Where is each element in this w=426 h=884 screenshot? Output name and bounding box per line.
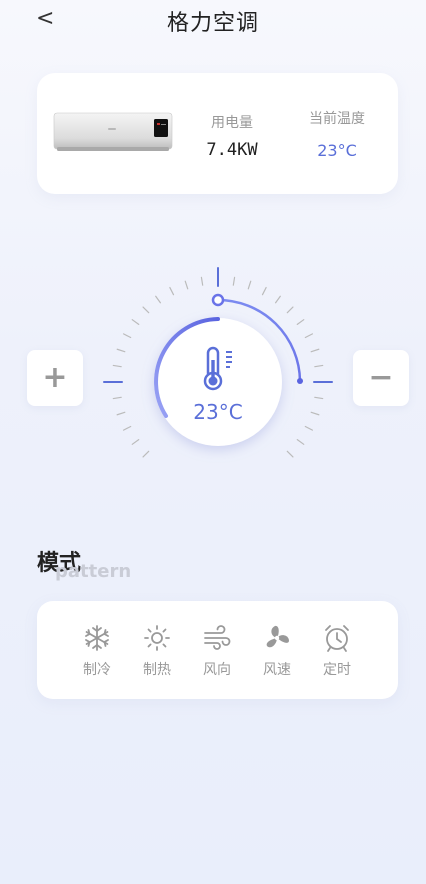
dial-tick xyxy=(275,295,281,304)
snowflake-icon xyxy=(85,625,109,651)
mode-card: 制冷 制热 风向 风速 定时 xyxy=(37,601,398,699)
mode-fan-speed[interactable]: 风速 xyxy=(252,623,302,679)
dial-tick xyxy=(142,306,150,314)
dial-tick xyxy=(286,306,294,314)
page-title: 格力空调 xyxy=(166,11,259,36)
header: < 格力空调 xyxy=(0,0,426,40)
dial-tick xyxy=(296,319,305,325)
dial-tick xyxy=(304,333,314,339)
device-info-card: 用电量 7.4KW 当前温度 23°C xyxy=(37,73,398,194)
dial-tick xyxy=(184,280,189,290)
mode-section-subtitle: pattern xyxy=(55,561,132,582)
dial-tick xyxy=(314,396,324,400)
dial-knob[interactable] xyxy=(211,293,225,307)
dial-end-dot xyxy=(297,378,303,384)
power-consumption: 用电量 7.4KW xyxy=(187,112,277,160)
current-temp-label: 当前温度 xyxy=(309,111,365,127)
power-label: 用电量 xyxy=(211,115,253,131)
dial-tick xyxy=(155,295,161,304)
temperature-dial[interactable]: 23°C xyxy=(98,262,338,502)
air-conditioner-image xyxy=(53,112,173,151)
dial-tick xyxy=(122,333,132,339)
current-temp-value: 23°C xyxy=(317,141,357,160)
dial-tick xyxy=(142,450,150,458)
dial-tick xyxy=(310,348,320,353)
dial-tick xyxy=(247,280,252,290)
increase-temp-button[interactable]: + xyxy=(27,350,83,406)
dial-tick xyxy=(286,450,294,458)
dial-tick xyxy=(232,276,236,286)
fan-icon xyxy=(266,625,289,648)
decrease-temp-button[interactable]: − xyxy=(353,350,409,406)
current-temperature: 当前温度 23°C xyxy=(287,108,387,160)
mode-timer[interactable]: 定时 xyxy=(312,623,362,679)
mode-fan-speed-label: 风速 xyxy=(263,662,291,678)
dial-tick xyxy=(131,439,140,445)
dial-tick xyxy=(112,364,122,368)
dial-tick xyxy=(261,286,267,296)
dial-tick xyxy=(169,286,175,296)
dial-tick xyxy=(200,276,204,286)
dial-tick xyxy=(304,425,314,431)
mode-wind-direction[interactable]: 风向 xyxy=(192,623,242,679)
mode-timer-label: 定时 xyxy=(323,662,351,678)
dial-tick xyxy=(116,348,126,353)
wind-icon xyxy=(204,625,231,650)
mode-cooling[interactable]: 制冷 xyxy=(72,623,122,679)
dial-tick xyxy=(112,396,122,400)
power-value: 7.4KW xyxy=(206,140,258,160)
sun-icon xyxy=(144,625,170,651)
dial-tick xyxy=(131,319,140,325)
dial-temperature-value: 23°C xyxy=(193,400,242,424)
mode-wind-direction-label: 风向 xyxy=(203,662,231,678)
mode-heating[interactable]: 制热 xyxy=(132,623,182,679)
mode-cooling-label: 制冷 xyxy=(83,662,111,678)
alarm-clock-icon xyxy=(325,625,349,652)
mode-heating-label: 制热 xyxy=(143,662,171,678)
dial-tick xyxy=(310,411,320,416)
dial-tick xyxy=(314,364,324,368)
dial-tick xyxy=(296,439,305,445)
dial-tick xyxy=(122,425,132,431)
dial-tick xyxy=(116,411,126,416)
